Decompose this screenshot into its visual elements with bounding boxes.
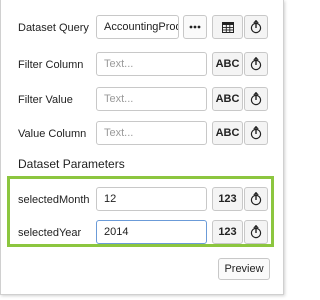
filter-column-type-button[interactable]: ABC xyxy=(212,52,243,76)
table-grid-icon xyxy=(221,21,234,33)
ellipsis-icon xyxy=(189,25,201,29)
pin-icon xyxy=(250,192,262,206)
dataset-query-type-button[interactable] xyxy=(212,15,243,39)
filter-column-pin-button[interactable] xyxy=(244,52,268,76)
dataset-query-browse-button[interactable] xyxy=(183,15,207,39)
value-column-type-button[interactable]: ABC xyxy=(212,121,243,145)
filter-value-type-button[interactable]: ABC xyxy=(212,87,243,111)
param-label: selectedMonth xyxy=(18,194,90,206)
dataset-parameters-title: Dataset Parameters xyxy=(18,157,125,171)
filter-value-input[interactable]: Text... xyxy=(96,87,207,111)
pin-icon xyxy=(250,20,262,34)
param-label: selectedYear xyxy=(18,227,82,239)
param-row-selected-year: selectedYear 2014 123 xyxy=(1,220,283,246)
dataset-query-pin-button[interactable] xyxy=(244,15,268,39)
dataset-query-row: Dataset Query AccountingProd xyxy=(1,15,283,41)
filter-value-label: Filter Value xyxy=(18,94,73,106)
preview-button[interactable]: Preview xyxy=(218,258,270,280)
param-value-input[interactable]: 2014 xyxy=(96,220,207,244)
pin-icon xyxy=(250,225,262,239)
dataset-query-input[interactable]: AccountingProd xyxy=(96,15,179,39)
value-column-pin-button[interactable] xyxy=(244,121,268,145)
param-pin-button[interactable] xyxy=(244,220,268,244)
dataset-query-label: Dataset Query xyxy=(18,22,89,34)
pin-icon xyxy=(250,126,262,140)
filter-value-row: Filter Value Text... ABC xyxy=(1,87,283,113)
filter-column-input[interactable]: Text... xyxy=(96,52,207,76)
param-type-button[interactable]: 123 xyxy=(212,187,243,211)
param-row-selected-month: selectedMonth 12 123 xyxy=(1,187,283,213)
pin-icon xyxy=(250,57,262,71)
filter-column-label: Filter Column xyxy=(18,59,84,71)
param-pin-button[interactable] xyxy=(244,187,268,211)
filter-column-row: Filter Column Text... ABC xyxy=(1,52,283,78)
dataset-settings-panel: Dataset Query AccountingProd Filter Colu… xyxy=(0,0,284,295)
param-type-button[interactable]: 123 xyxy=(212,220,243,244)
value-column-row: Value Column Text... ABC xyxy=(1,121,283,147)
filter-value-pin-button[interactable] xyxy=(244,87,268,111)
value-column-input[interactable]: Text... xyxy=(96,121,207,145)
pin-icon xyxy=(250,92,262,106)
param-value-input[interactable]: 12 xyxy=(96,187,207,211)
value-column-label: Value Column xyxy=(18,128,87,140)
